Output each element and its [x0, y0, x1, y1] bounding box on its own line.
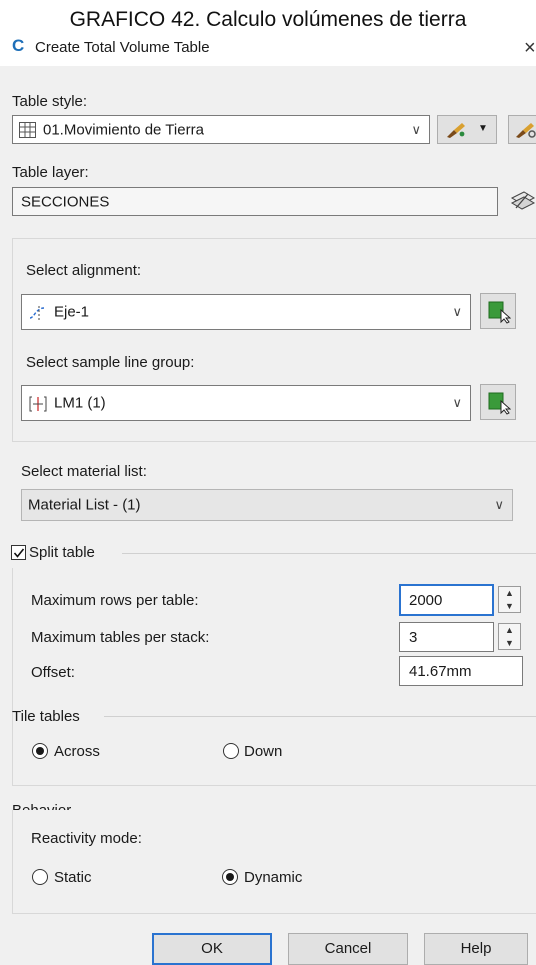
close-icon[interactable]: × [524, 38, 536, 58]
edit-brush-icon [445, 121, 467, 144]
cancel-button[interactable]: Cancel [288, 933, 408, 965]
tile-down-label[interactable]: Down [244, 743, 282, 760]
tile-tables-label: Tile tables [12, 708, 80, 725]
tile-across-label[interactable]: Across [54, 743, 100, 760]
split-table-checkbox[interactable] [11, 545, 26, 560]
chevron-down-icon: ∨ [411, 121, 421, 137]
max-tables-spinner[interactable]: ▲ ▼ [498, 623, 521, 650]
checkmark-icon [13, 548, 25, 558]
ok-button[interactable]: OK [152, 933, 272, 965]
app-icon: C [12, 36, 25, 55]
offset-value: 41.67mm [409, 663, 472, 680]
material-list-label: Select material list: [21, 463, 147, 480]
max-rows-spinner[interactable]: ▲ ▼ [498, 586, 521, 613]
spin-up-icon[interactable]: ▲ [499, 624, 520, 637]
style-select-button[interactable] [508, 115, 536, 144]
edit-style-button[interactable]: ▼ [437, 115, 497, 144]
material-list-dropdown[interactable]: Material List - (1) ∨ [21, 489, 513, 521]
max-rows-label: Maximum rows per table: [31, 592, 199, 609]
max-tables-value: 3 [409, 629, 418, 646]
alignment-value: Eje-1 [54, 303, 90, 321]
table-layer-label: Table layer: [12, 164, 89, 181]
window-title: Create Total Volume Table [35, 39, 210, 56]
tile-down-radio[interactable] [223, 743, 239, 759]
alignment-icon [28, 304, 48, 327]
sample-line-group-label: Select sample line group: [26, 354, 195, 371]
tile-across-radio[interactable] [32, 743, 48, 759]
layer-icon[interactable] [508, 188, 536, 219]
table-style-label: Table style: [12, 93, 88, 110]
radio-selected-icon [226, 873, 234, 881]
max-tables-label: Maximum tables per stack: [31, 629, 210, 646]
table-style-dropdown[interactable]: 01.Movimiento de Tierra ∨ [12, 115, 430, 144]
material-list-value: Material List - (1) [28, 496, 141, 514]
table-layer-value: SECCIONES [21, 193, 110, 210]
sample-line-group-dropdown[interactable]: LM1 (1) ∨ [21, 385, 471, 421]
behavior-group [12, 810, 536, 914]
alignment-dropdown[interactable]: Eje-1 ∨ [21, 294, 471, 330]
tile-tables-divider [104, 716, 536, 717]
help-button[interactable]: Help [424, 933, 528, 965]
max-rows-value: 2000 [409, 592, 443, 609]
pick-sample-line-group-button[interactable] [480, 384, 516, 420]
split-table-label: Split table [29, 544, 95, 561]
pick-alignment-button[interactable] [480, 293, 516, 329]
max-rows-input[interactable]: 2000 [399, 584, 494, 616]
chevron-down-icon: ∨ [452, 395, 462, 410]
pick-from-drawing-icon [487, 391, 512, 420]
spin-down-icon[interactable]: ▼ [499, 637, 520, 650]
chevron-down-icon: ∨ [494, 497, 504, 512]
pick-from-drawing-icon [487, 300, 512, 329]
alignment-label: Select alignment: [26, 262, 142, 279]
table-grid-icon [19, 122, 36, 143]
reactivity-static-label[interactable]: Static [54, 869, 92, 886]
offset-label: Offset: [31, 664, 75, 681]
chevron-down-icon: ∨ [452, 304, 462, 319]
reactivity-dynamic-label[interactable]: Dynamic [244, 869, 302, 886]
sample-line-group-value: LM1 (1) [54, 394, 106, 412]
max-tables-input[interactable]: 3 [399, 622, 494, 652]
split-table-divider [122, 553, 536, 554]
edit-brush-icon [514, 121, 536, 144]
offset-input[interactable]: 41.67mm [399, 656, 523, 686]
table-style-value: 01.Movimiento de Tierra [43, 121, 204, 138]
figure-caption: GRAFICO 42. Calculo volúmenes de tierra [69, 8, 467, 31]
table-layer-field[interactable]: SECCIONES [12, 187, 498, 216]
spin-up-icon[interactable]: ▲ [499, 587, 520, 600]
reactivity-static-radio[interactable] [32, 869, 48, 885]
spin-down-icon[interactable]: ▼ [499, 600, 520, 613]
reactivity-mode-label: Reactivity mode: [31, 830, 142, 847]
sample-line-icon [28, 395, 48, 418]
radio-selected-icon [36, 747, 44, 755]
chevron-down-icon: ▼ [478, 123, 488, 134]
reactivity-dynamic-radio[interactable] [222, 869, 238, 885]
